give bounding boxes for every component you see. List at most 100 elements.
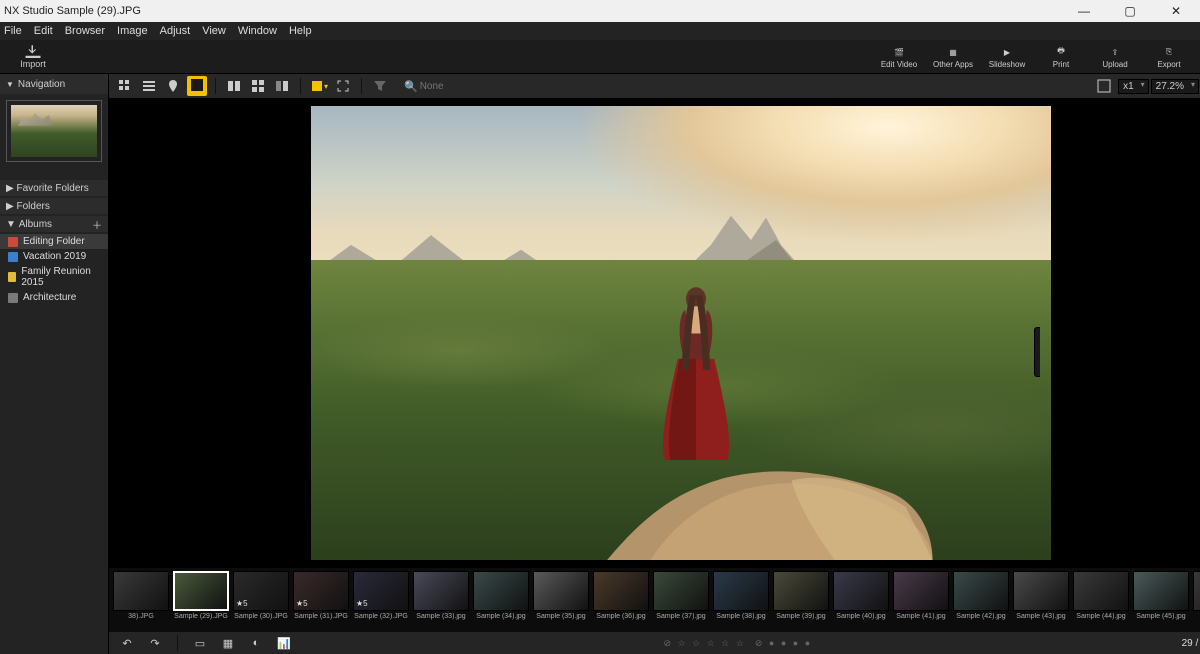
thumbnail[interactable]: Sample (44).jpg <box>1073 571 1129 620</box>
thumbnail-label: Sample (39).jpg <box>773 613 829 620</box>
export-button[interactable]: ⎘Export <box>1146 44 1192 69</box>
window-titlebar: NX Studio Sample (29).JPG — ▢ ✕ <box>0 0 1200 22</box>
folders-header[interactable]: ▶ Folders <box>0 198 108 214</box>
filter-icon[interactable] <box>370 76 390 96</box>
import-button[interactable]: Import <box>8 45 58 69</box>
album-label: Architecture <box>23 292 76 303</box>
before-after-button[interactable] <box>272 76 292 96</box>
thumbnail-image <box>1193 571 1200 611</box>
thumbnail[interactable]: ★5Sample (31).JPG <box>293 571 349 620</box>
thumbnail[interactable]: Sample (43).jpg <box>1013 571 1069 620</box>
filter-field[interactable]: 🔍 <box>404 80 478 93</box>
thumbnail[interactable]: Sample (34).jpg <box>473 571 529 620</box>
thumbnail[interactable]: 38).JPG <box>113 571 169 620</box>
info-overlay-button[interactable]: ▭ <box>190 633 210 653</box>
thumbnail-image <box>473 571 529 611</box>
thumbnail[interactable]: Sample (36).jpg <box>593 571 649 620</box>
menu-image[interactable]: Image <box>117 25 148 37</box>
thumbnail[interactable]: Sample (35).jpg <box>533 571 589 620</box>
album-label: Family Reunion 2015 <box>21 266 100 288</box>
filmstrip[interactable]: 38).JPGSample (29).JPG★5Sample (30).JPG★… <box>109 568 1200 632</box>
thumbnail[interactable]: Sample (41).jpg <box>893 571 949 620</box>
thumbnail-image: ★5 <box>293 571 349 611</box>
right-panel-collapse[interactable] <box>1034 327 1040 377</box>
menu-file[interactable]: File <box>4 25 22 37</box>
histogram-overlay-button[interactable]: 📊 <box>274 633 294 653</box>
menu-adjust[interactable]: Adjust <box>160 25 191 37</box>
thumbnail[interactable]: Sample (4 <box>1193 571 1200 620</box>
rating-control[interactable]: ⊘ ☆ ☆ ☆ ☆ ☆ ⊘ ● ● ● ● <box>663 638 812 649</box>
menu-view[interactable]: View <box>202 25 226 37</box>
thumbnail[interactable]: Sample (33).jpg <box>413 571 469 620</box>
compare-2-button[interactable] <box>224 76 244 96</box>
albums-header[interactable]: ▼ Albums＋ <box>0 216 108 232</box>
album-item[interactable]: Editing Folder <box>0 234 108 249</box>
navigation-header[interactable]: ▼Navigation <box>0 74 108 94</box>
compare-4-button[interactable] <box>248 76 268 96</box>
viewer-toolbar: ▾ 🔍 x1 27.2% <box>109 74 1200 98</box>
thumbnail-label: Sample (40).jpg <box>833 613 889 620</box>
fit-screen-button[interactable] <box>333 76 353 96</box>
focus-point-button[interactable]: ◐ <box>246 633 266 653</box>
import-label: Import <box>20 59 46 69</box>
thumbnail-image <box>173 571 229 611</box>
thumbnail-label: 38).JPG <box>113 613 169 620</box>
rotate-cw-button[interactable]: ↷ <box>145 633 165 653</box>
thumbnail-image <box>653 571 709 611</box>
menu-help[interactable]: Help <box>289 25 312 37</box>
thumbnail[interactable]: Sample (40).jpg <box>833 571 889 620</box>
thumbnail[interactable]: Sample (45).jpg <box>1133 571 1189 620</box>
thumbnail[interactable]: Sample (37).jpg <box>653 571 709 620</box>
album-item[interactable]: Family Reunion 2015 <box>0 264 108 290</box>
menu-window[interactable]: Window <box>238 25 277 37</box>
navigator-thumbnail[interactable] <box>6 100 102 162</box>
window-maximize-button[interactable]: ▢ <box>1110 4 1150 18</box>
print-button[interactable]: 🖶Print <box>1038 44 1084 69</box>
album-color-dot <box>8 293 18 303</box>
thumbnail-image <box>893 571 949 611</box>
thumbnail-label: Sample (42).jpg <box>953 613 1009 620</box>
thumbnail-image <box>113 571 169 611</box>
thumbnail[interactable]: Sample (42).jpg <box>953 571 1009 620</box>
thumbnail-label: Sample (44).jpg <box>1073 613 1129 620</box>
other-apps-button[interactable]: ▦Other Apps <box>930 44 976 69</box>
list-view-button[interactable] <box>139 76 159 96</box>
rotate-ccw-button[interactable]: ↶ <box>117 633 137 653</box>
upload-button[interactable]: ⇪Upload <box>1092 44 1138 69</box>
filter-input[interactable] <box>418 80 478 93</box>
thumbnail[interactable]: Sample (29).JPG <box>173 571 229 620</box>
slideshow-icon: ▶ <box>997 44 1017 60</box>
window-minimize-button[interactable]: — <box>1064 4 1104 18</box>
thumbnail-image <box>1133 571 1189 611</box>
slideshow-button[interactable]: ▶Slideshow <box>984 44 1030 69</box>
single-view-button[interactable] <box>187 76 207 96</box>
grid-view-button[interactable] <box>115 76 135 96</box>
favorite-folders-header[interactable]: ▶ Favorite Folders <box>0 180 108 196</box>
grid-overlay-button[interactable]: ▦ <box>218 633 238 653</box>
album-label: Editing Folder <box>23 236 85 247</box>
album-item[interactable]: Vacation 2019 <box>0 249 108 264</box>
map-view-button[interactable] <box>163 76 183 96</box>
add-album-button[interactable]: ＋ <box>92 217 102 232</box>
thumbnail[interactable]: ★5Sample (32).JPG <box>353 571 409 620</box>
thumbnail-label: Sample (35).jpg <box>533 613 589 620</box>
thumbnail-image <box>1013 571 1069 611</box>
zoom-mode-select[interactable]: x1 <box>1118 79 1149 94</box>
thumbnail[interactable]: Sample (38).jpg <box>713 571 769 620</box>
thumbnail[interactable]: ★5Sample (30).JPG <box>233 571 289 620</box>
menu-edit[interactable]: Edit <box>34 25 53 37</box>
zoom-percent-select[interactable]: 27.2% <box>1151 79 1199 94</box>
fullscreen-button[interactable] <box>1094 76 1114 96</box>
thumbnail-image: ★5 <box>353 571 409 611</box>
album-color-dot <box>8 252 18 262</box>
thumbnail[interactable]: Sample (39).jpg <box>773 571 829 620</box>
window-close-button[interactable]: ✕ <box>1156 4 1196 18</box>
highlight-toggle-button[interactable]: ▾ <box>309 76 329 96</box>
album-color-dot <box>8 237 18 247</box>
edit-video-button[interactable]: 🎬Edit Video <box>876 44 922 69</box>
thumbnail-image <box>533 571 589 611</box>
window-title: NX Studio Sample (29).JPG <box>4 5 1064 17</box>
menu-browser[interactable]: Browser <box>65 25 105 37</box>
album-item[interactable]: Architecture <box>0 290 108 305</box>
navigation-label: Navigation <box>18 79 65 90</box>
